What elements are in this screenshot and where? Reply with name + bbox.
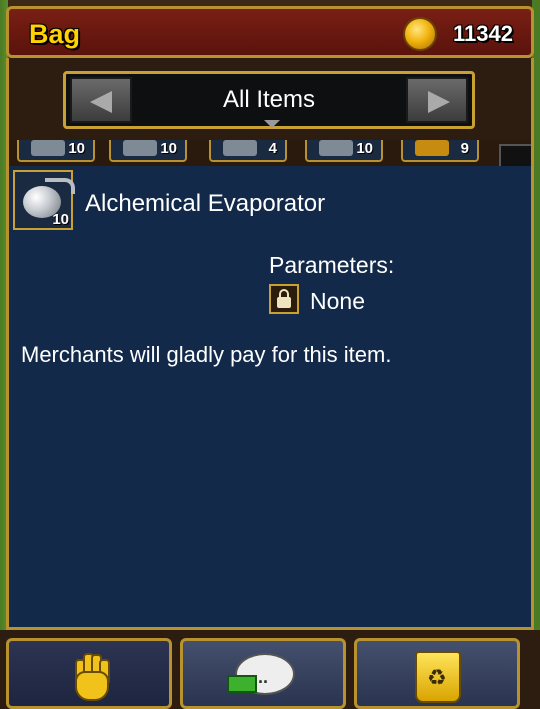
caret-down-icon [264,120,280,128]
inventory-slot[interactable]: 10 [305,140,383,162]
header-bar: Bag 11342 [6,6,534,58]
item-name: Alchemical Evaporator [85,190,326,217]
action-bar: ... ♻ [0,630,540,709]
arrow-right-icon [428,91,450,113]
slot-count: 10 [160,140,177,157]
inventory-slot[interactable]: 9 [401,140,479,162]
previous-filter-button[interactable] [70,77,132,123]
inventory-slot[interactable]: 4 [209,140,287,162]
slot-count: 10 [356,140,373,157]
flask-spout [45,178,75,194]
item-description: Merchants will gladly pay for this item. [21,342,392,367]
parameters-value: None [310,288,365,314]
recycle-symbol: ♻ [427,665,447,690]
inventory-slot[interactable]: 10 [17,140,95,162]
slot-count: 9 [460,140,469,157]
filter-selector[interactable]: All Items [63,71,475,129]
inventory-slot[interactable]: 10 [109,140,187,162]
item-details-panel: 10 Alchemical Evaporator Parameters: Non… [6,166,534,630]
page-title: Bag [29,19,81,49]
recycle-button[interactable]: ♻ [354,638,520,709]
pickaxe-icon [415,140,449,156]
bag-window: Bag 11342 All Items 10 10 4 10 9 10 Alch… [0,0,540,709]
hand-icon [69,653,111,701]
gold-amount: 11342 [453,21,513,46]
item-slot[interactable]: 10 [13,170,75,230]
parameters-label: Parameters: [269,252,395,278]
filter-bar: All Items [6,58,534,140]
recycle-bin-icon: ♻ [415,651,461,703]
next-filter-button[interactable] [406,77,468,123]
filter-label: All Items [222,86,315,113]
slot-count: 4 [268,140,277,157]
green-arrow-icon [227,675,257,693]
ore-icon [223,140,257,156]
item-count: 10 [52,211,69,228]
ore-icon [31,140,65,156]
arrow-left-icon [90,91,112,113]
inventory-strip: 10 10 4 10 9 [6,140,534,166]
palm [75,671,109,701]
inventory-slot-empty[interactable] [499,144,531,166]
ore-icon [123,140,157,156]
use-button[interactable] [6,638,172,709]
ore-icon [319,140,353,156]
trade-button[interactable]: ... [180,638,346,709]
slot-count: 10 [68,140,85,157]
gold-coin-icon [403,17,437,51]
lock-icon [269,284,299,314]
lock-body [277,297,291,308]
